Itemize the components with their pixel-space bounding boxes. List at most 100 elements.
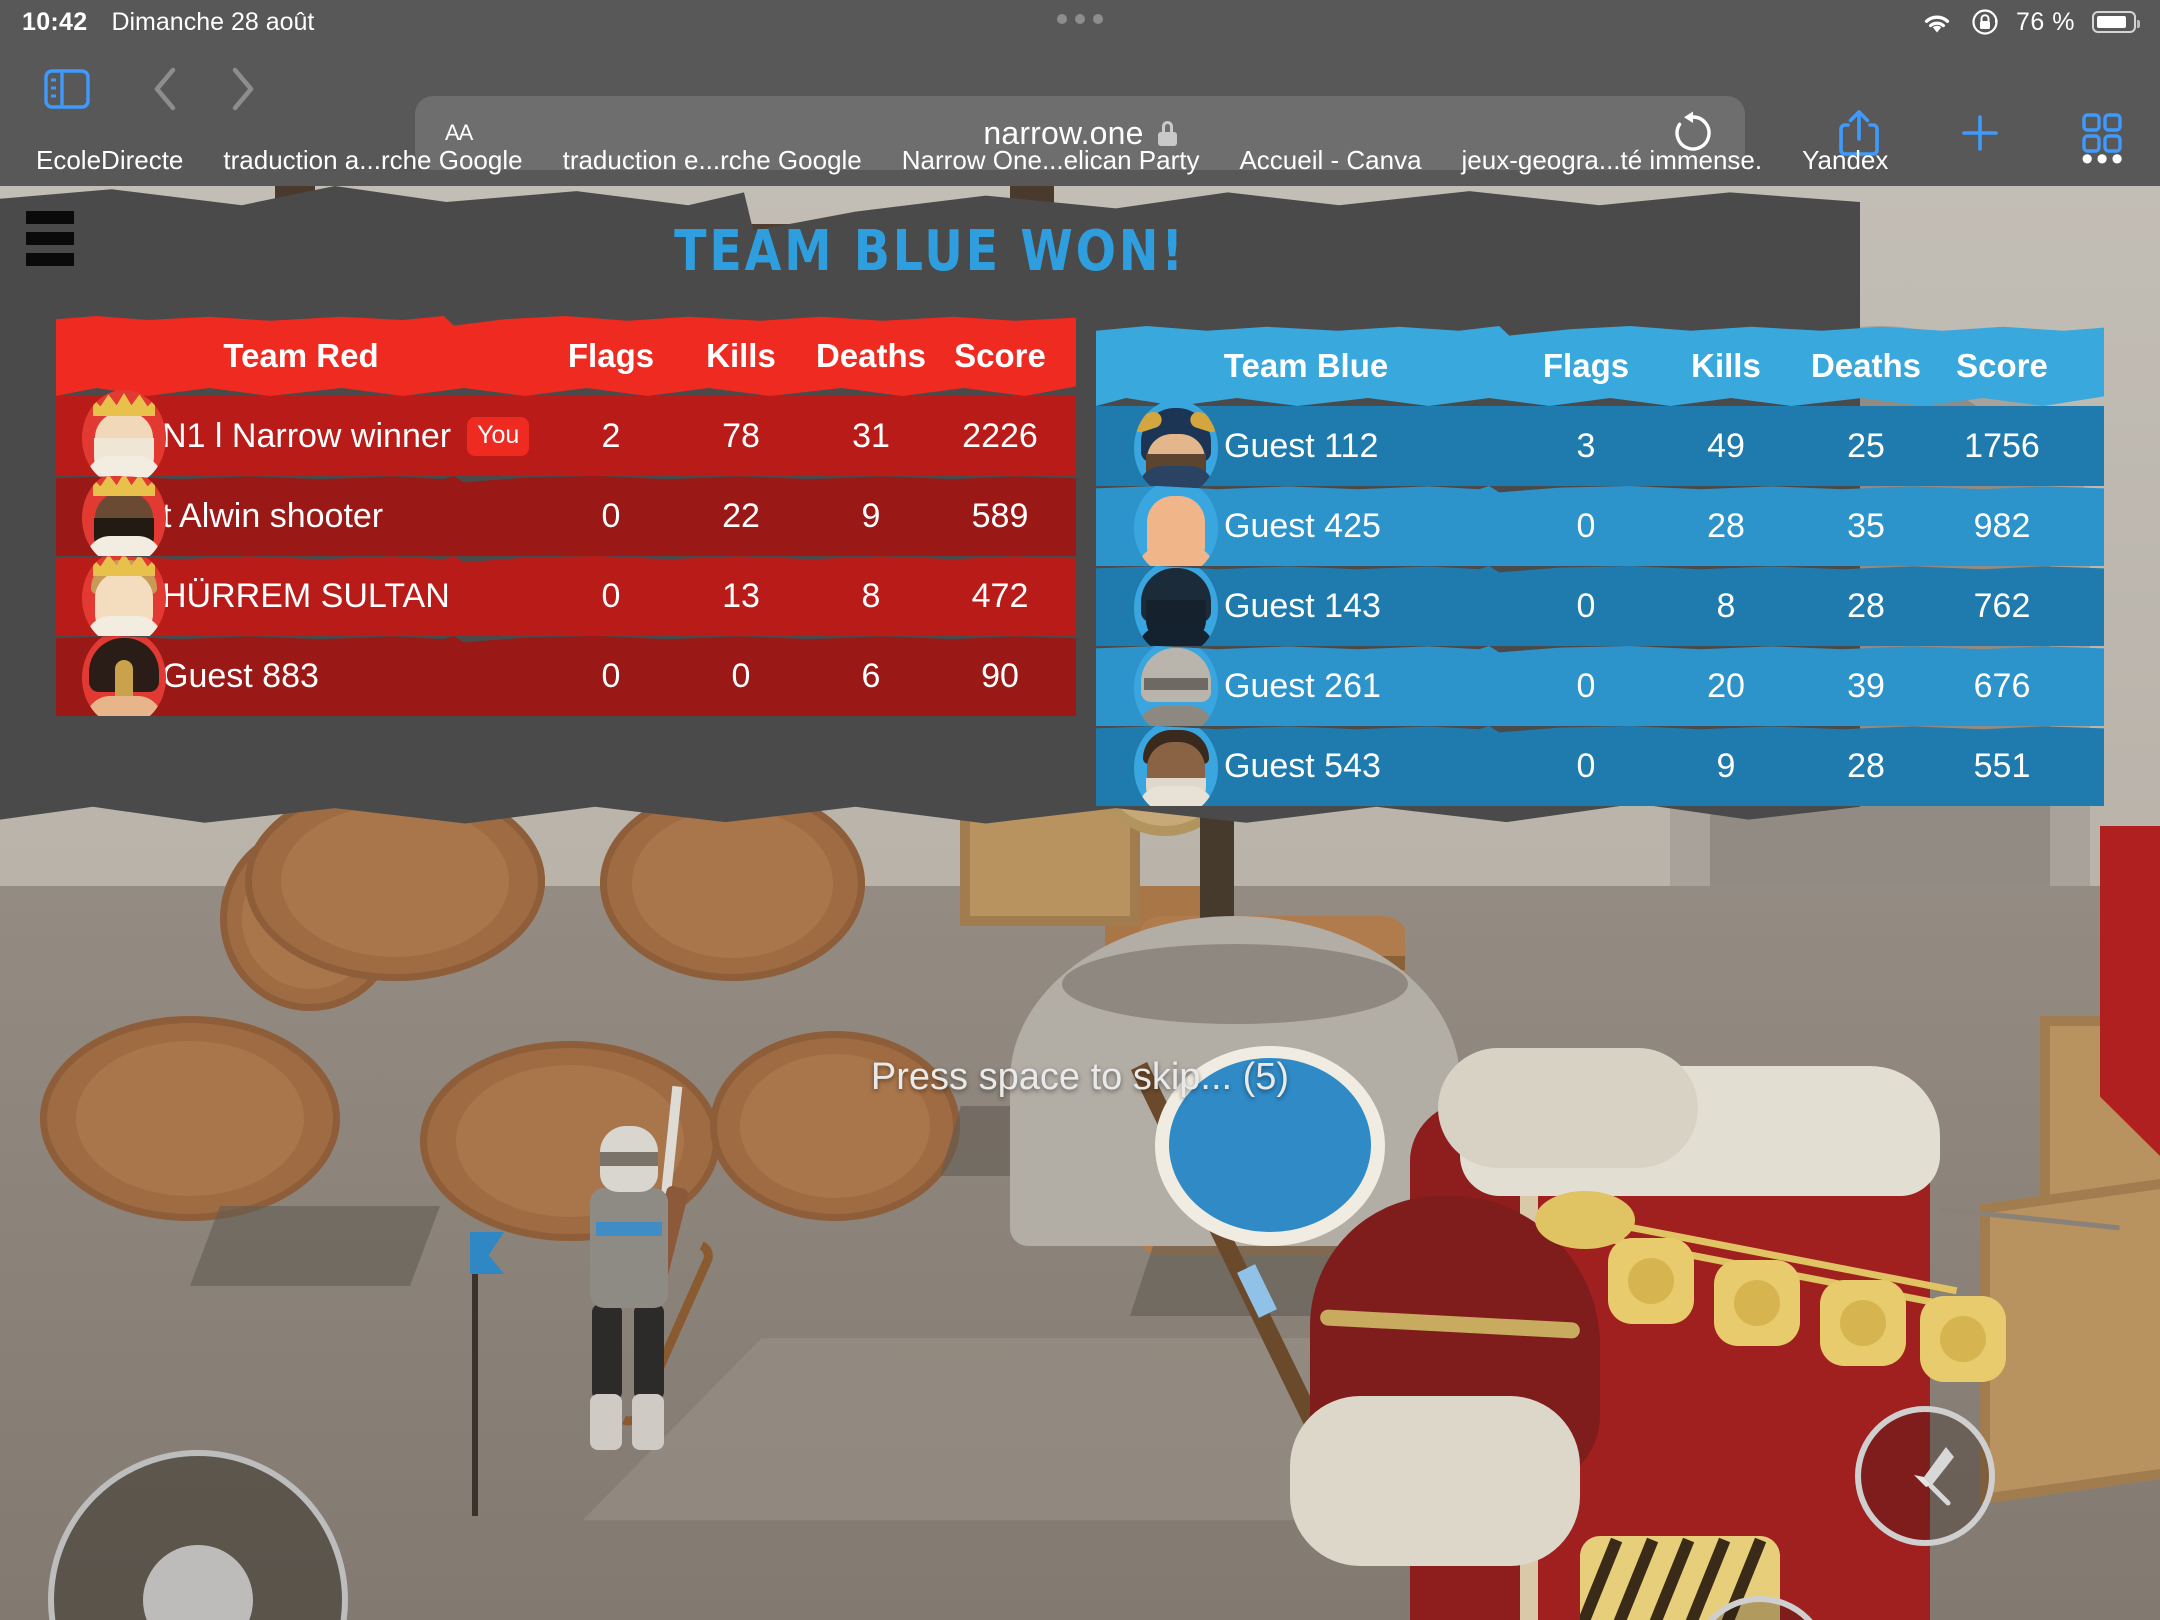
ios-status-bar: 10:42 Dimanche 28 août 76 % <box>0 0 2160 44</box>
chevron-left-icon[interactable] <box>152 66 178 112</box>
scoreboard-red-header: Team Red Flags Kills Deaths Score <box>56 316 1076 396</box>
flags-value: 2 <box>601 416 621 455</box>
steel-knight-avatar <box>1134 646 1218 726</box>
deaths-value: 9 <box>861 496 881 535</box>
kills-value: 20 <box>1707 666 1745 705</box>
sidebar-toggle-icon[interactable] <box>44 69 90 109</box>
table-row: t Alwin shooter 0 22 9 589 <box>56 476 1076 556</box>
match-result-overlay: TEAM BLUE WON! Team Red Flags Kills Deat… <box>0 186 2104 826</box>
player-name: t Alwin shooter <box>162 496 384 535</box>
kills-value: 28 <box>1707 506 1745 545</box>
score-value: 1756 <box>1964 426 2040 465</box>
kills-value: 22 <box>722 496 760 535</box>
column-score: Score <box>1956 347 2048 384</box>
status-date: Dimanche 28 août <box>111 7 315 36</box>
game-canvas[interactable]: Press space to skip... (5) TEAM BLUE WON… <box>0 186 2160 1620</box>
wifi-icon <box>1924 15 1950 33</box>
bald-face-avatar <box>1134 486 1218 566</box>
skip-hint: Press space to skip... (5) <box>870 1056 1290 1098</box>
player-name: Guest 543 <box>1224 746 1381 785</box>
column-deaths: Deaths <box>1810 347 1922 384</box>
player-name: N1 l Narrow winner <box>162 416 452 455</box>
bearded-king-avatar <box>82 476 166 556</box>
joystick-thumb[interactable] <box>143 1545 253 1620</box>
queen-crown-avatar <box>82 556 166 636</box>
status-time: 10:42 <box>22 7 88 36</box>
kills-value: 13 <box>722 576 760 615</box>
score-value: 982 <box>1973 506 2031 545</box>
bookmark-canva[interactable]: Accueil - Canva <box>1239 145 1421 176</box>
deaths-value: 28 <box>1847 746 1885 785</box>
bookmarks-bar: EcoleDirecte traduction a...rche Google … <box>0 134 2160 186</box>
player-name: Guest 261 <box>1224 666 1381 705</box>
table-row: Guest 143 0 8 28 762 <box>1096 566 2104 646</box>
viking-helmet-avatar <box>1134 400 1218 496</box>
scoreboard-blue: Team Blue Flags Kills Deaths Score Guest… <box>1096 326 2104 806</box>
king-character <box>1290 1048 2006 1620</box>
rotation-lock-icon <box>1972 9 1999 35</box>
bookmarks-more-button[interactable]: ••• <box>2081 143 2126 176</box>
spear-icon <box>1914 1447 1954 1506</box>
column-flags: Flags <box>1542 347 1630 384</box>
scoreboard-blue-header: Team Blue Flags Kills Deaths Score <box>1096 326 2104 406</box>
score-value: 676 <box>1973 666 2031 705</box>
deaths-value: 39 <box>1847 666 1885 705</box>
column-kills: Kills <box>1691 347 1761 384</box>
table-row: Guest 425 0 28 35 982 <box>1096 486 2104 566</box>
table-row: HÜRREM SULTAN 0 13 8 472 <box>56 556 1076 636</box>
kills-value: 0 <box>731 656 751 695</box>
score-value: 589 <box>971 496 1029 535</box>
flags-value: 0 <box>601 656 621 695</box>
table-row: Guest 543 0 9 28 551 <box>1096 726 2104 806</box>
deaths-value: 31 <box>852 416 890 455</box>
column-team-blue: Team Blue <box>1223 347 1389 384</box>
player-name: HÜRREM SULTAN <box>162 576 450 615</box>
table-row: Guest 112 3 49 25 1756 <box>1096 400 2104 496</box>
score-value: 90 <box>981 656 1019 695</box>
deaths-value: 8 <box>861 576 881 615</box>
bookmark-jeux-geographie[interactable]: jeux-geogra...té immense. <box>1462 145 1763 176</box>
chevron-right-icon[interactable] <box>230 66 256 112</box>
table-row: Guest 261 0 20 39 676 <box>1096 646 2104 726</box>
kills-value: 9 <box>1716 746 1736 785</box>
flags-value: 0 <box>1576 666 1596 705</box>
bookmark-yandex[interactable]: Yandex <box>1802 145 1888 176</box>
safari-toolbar: AA narrow.one <box>0 44 2160 170</box>
player-name: Guest 883 <box>162 656 319 695</box>
deaths-value: 35 <box>1847 506 1885 545</box>
table-row: N1 l Narrow winner You 2 78 31 2226 <box>56 390 1076 486</box>
bookmark-traduction-a[interactable]: traduction a...rche Google <box>223 145 522 176</box>
table-row: Guest 883 0 0 6 90 <box>56 636 1076 716</box>
kills-value: 78 <box>722 416 760 455</box>
column-flags: Flags <box>567 337 655 374</box>
hamburger-menu-icon[interactable] <box>26 211 74 274</box>
you-badge: You <box>467 416 530 456</box>
masked-ninja-avatar <box>1134 566 1218 646</box>
bearded-soldier-avatar <box>1134 726 1218 806</box>
bookmark-narrow-one[interactable]: Narrow One...elican Party <box>902 145 1200 176</box>
object-shadow <box>190 1206 440 1286</box>
column-score: Score <box>954 337 1046 374</box>
score-value: 551 <box>1973 746 2031 785</box>
multitask-handle[interactable] <box>1057 14 1103 24</box>
dark-helmet-avatar <box>82 636 166 716</box>
column-deaths: Deaths <box>815 337 927 374</box>
flags-value: 0 <box>601 496 621 535</box>
battery-icon <box>2092 11 2140 33</box>
bookmark-traduction-e[interactable]: traduction e...rche Google <box>563 145 862 176</box>
player-name: Guest 425 <box>1224 506 1381 545</box>
score-value: 2226 <box>962 416 1038 455</box>
safari-browser-chrome: 10:42 Dimanche 28 août 76 % AA narrow.on… <box>0 0 2160 186</box>
flags-value: 0 <box>601 576 621 615</box>
deaths-value: 25 <box>1847 426 1885 465</box>
bookmark-ecoledirecte[interactable]: EcoleDirecte <box>36 145 183 176</box>
kills-value: 8 <box>1716 586 1736 625</box>
column-kills: Kills <box>706 337 776 374</box>
flags-value: 0 <box>1576 746 1596 785</box>
archer-npc <box>570 1085 718 1476</box>
column-team-red: Team Red <box>223 337 379 374</box>
score-value: 762 <box>1973 586 2031 625</box>
flags-value: 3 <box>1576 426 1596 465</box>
shoot-button[interactable] <box>1855 1406 1995 1546</box>
player-name: Guest 143 <box>1224 586 1381 625</box>
